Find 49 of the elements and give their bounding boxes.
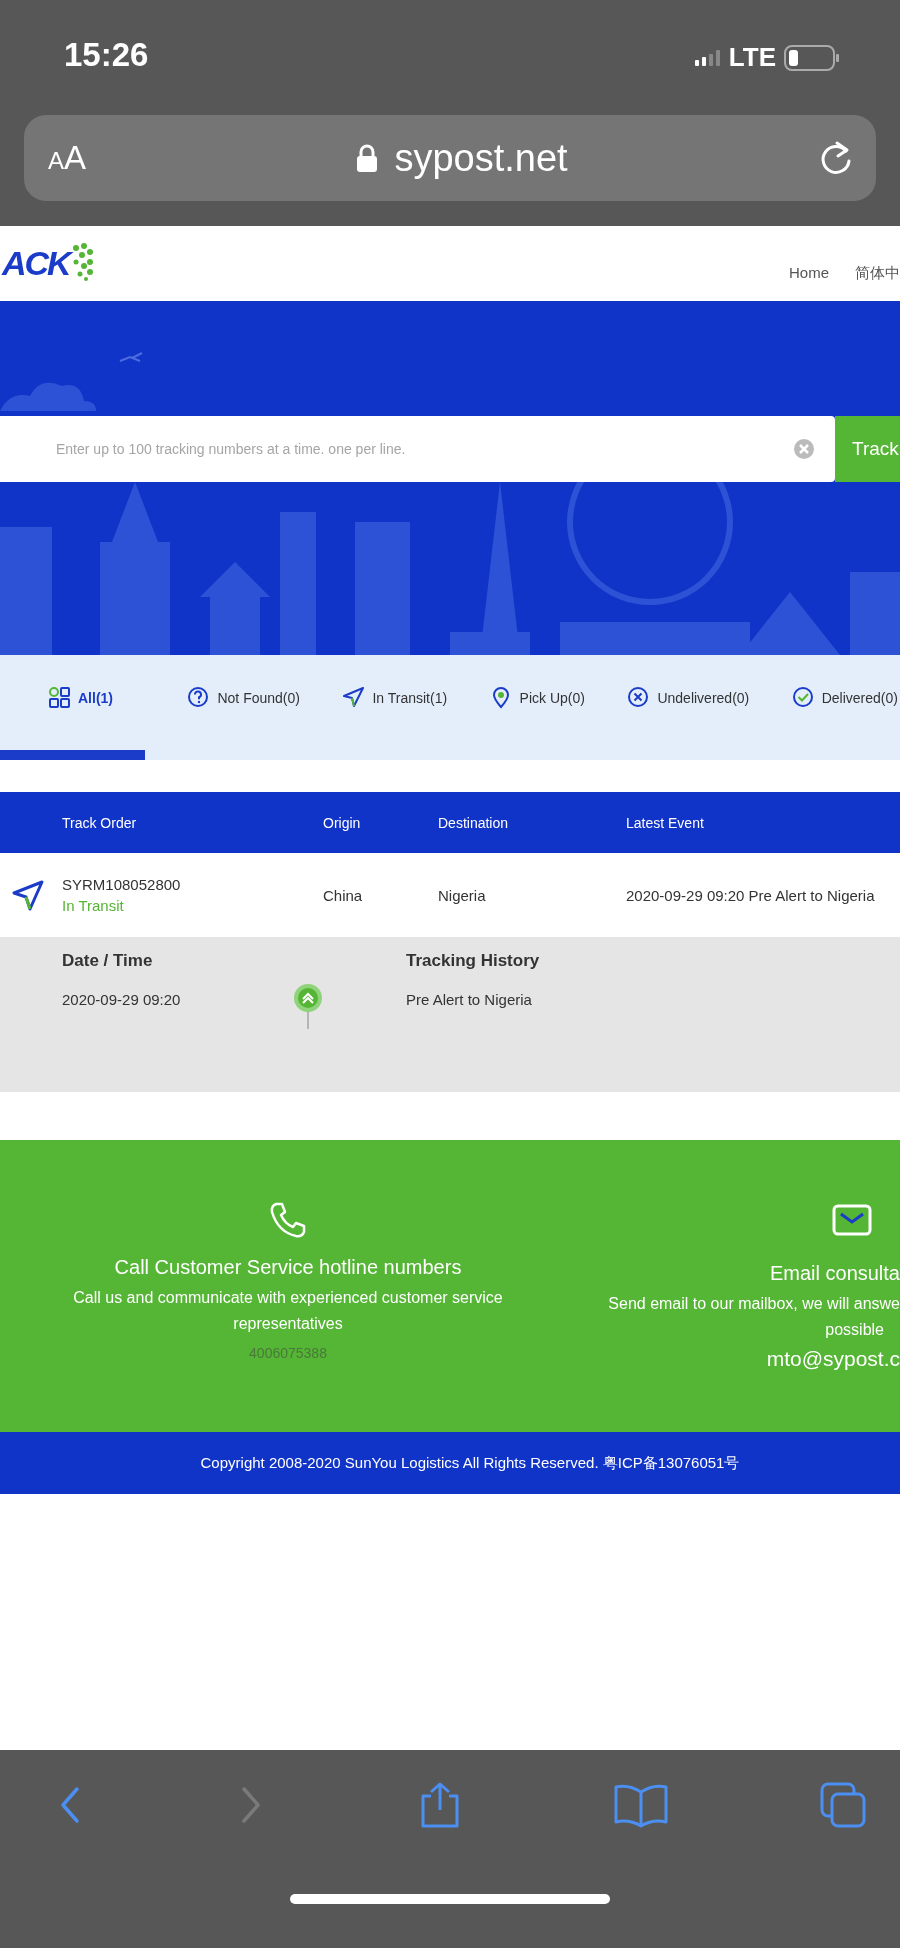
event-description: Pre Alert to Nigeria xyxy=(406,991,533,1008)
clock-time: 15:26 xyxy=(64,36,149,74)
grid-icon xyxy=(48,686,71,709)
filter-tab[interactable]: All(1) xyxy=(0,655,145,760)
event-time: 2020-09-29 09:20 xyxy=(62,991,182,1008)
paper-plane-icon xyxy=(342,686,366,709)
column-header: Track Order xyxy=(62,814,138,831)
lock-icon xyxy=(356,144,379,172)
check-circle-icon xyxy=(791,686,815,709)
contact-description: Call us and communicate with experienced customer service representatives xyxy=(72,1288,504,1334)
bird-drawing xyxy=(119,352,143,362)
copyright-text: Copyright 2008-2020 SunYou Logistics All Rights Reserved. 粤ICP备13076051号 xyxy=(199,1453,740,1473)
column-header: Latest Event xyxy=(626,814,705,831)
nav-link[interactable]: Home xyxy=(789,264,829,283)
contact-title: Email consulta xyxy=(769,1262,900,1285)
contact-description: Send email to our mailbox, we will answe xyxy=(608,1294,900,1314)
contact-description: possible xyxy=(825,1320,884,1340)
question-icon xyxy=(187,686,211,709)
signal-icon xyxy=(694,49,721,66)
tracking-number: SYRM108052800 xyxy=(62,876,182,893)
paper-plane-icon xyxy=(12,879,44,911)
nav-link[interactable]: 简体中 xyxy=(855,264,900,283)
table-cell-text: 2020-09-29 09:20 Pre Alert to Nigeria xyxy=(626,886,876,904)
table-cell-text: Nigeria xyxy=(438,886,487,904)
column-header: Origin xyxy=(323,814,362,831)
column-header: Destination xyxy=(438,814,510,831)
table-cell-text: China xyxy=(323,886,364,904)
search-field[interactable]: Enter up to 100 tracking numbers at a time. one per line. xyxy=(0,416,835,482)
open-book-icon[interactable] xyxy=(613,1782,670,1828)
address-bar[interactable]: AA sypost.net xyxy=(24,115,876,201)
text-size-button[interactable]: AA xyxy=(48,139,87,177)
url-text: sypost.net xyxy=(394,136,568,180)
network-label: LTE xyxy=(728,42,776,73)
filter-tab[interactable]: Delivered(0) xyxy=(791,655,898,760)
filter-tab[interactable]: Pick Up(0) xyxy=(489,655,585,760)
battery-icon xyxy=(784,44,840,71)
history-header: Tracking History xyxy=(406,951,541,971)
timeline-marker-icon xyxy=(292,983,324,1031)
x-circle-icon xyxy=(627,686,651,709)
phone-icon xyxy=(268,1200,308,1240)
history-header: Date / Time xyxy=(62,951,154,971)
status-label: In Transit xyxy=(62,897,125,914)
filter-tab[interactable]: Undelivered(0) xyxy=(627,655,750,760)
envelope-icon xyxy=(832,1204,872,1236)
contact-title: Call Customer Service hotline numbers xyxy=(114,1256,462,1279)
filter-tab[interactable]: In Transit(1) xyxy=(342,655,448,760)
tabs-icon[interactable] xyxy=(820,1782,866,1828)
clear-icon[interactable] xyxy=(793,438,815,460)
filter-tab[interactable]: Not Found(0) xyxy=(187,655,300,760)
